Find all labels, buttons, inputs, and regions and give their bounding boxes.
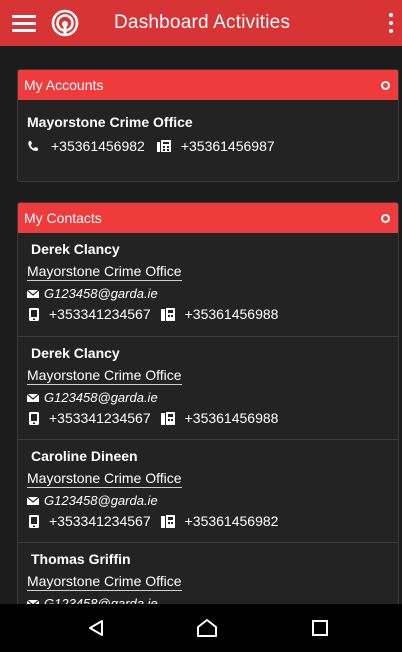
account-phone[interactable]: +35361456982: [51, 138, 145, 154]
contact-item[interactable]: Thomas Griffin Mayorstone Crime Office G…: [18, 542, 398, 604]
desk-phone-icon: [160, 411, 175, 425]
account-fax[interactable]: +35361456987: [181, 138, 275, 154]
account-name: Mayorstone Crime Office: [27, 114, 193, 130]
contact-name: Caroline Dineen: [31, 448, 138, 464]
contact-email[interactable]: G123458@garda.ie: [44, 493, 158, 508]
refresh-icon[interactable]: [381, 80, 390, 90]
contact-phone[interactable]: +35361456982: [185, 513, 279, 529]
contact-mobile[interactable]: +353341234567: [49, 513, 151, 529]
mobile-phone-icon: [29, 514, 39, 528]
contact-name: Derek Clancy: [31, 241, 120, 257]
radio-signal-logo-icon: [51, 9, 79, 37]
contact-item[interactable]: Caroline Dineen Mayorstone Crime Office …: [18, 439, 398, 542]
contact-item[interactable]: Derek Clancy Mayorstone Crime Office G12…: [18, 336, 398, 439]
contact-phone[interactable]: +35361456988: [185, 306, 279, 322]
contact-email[interactable]: G123458@garda.ie: [44, 390, 158, 405]
my-accounts-panel: My Accounts Mayorstone Crime Office +353…: [17, 69, 399, 182]
phone-icon: [28, 141, 38, 151]
contact-office-link[interactable]: Mayorstone Crime Office: [27, 263, 182, 281]
contact-office-link[interactable]: Mayorstone Crime Office: [27, 470, 182, 488]
more-vertical-icon[interactable]: [382, 0, 400, 46]
contact-office-link[interactable]: Mayorstone Crime Office: [27, 367, 182, 385]
contact-list: Derek Clancy Mayorstone Crime Office G12…: [18, 233, 398, 604]
back-triangle-icon[interactable]: [82, 614, 110, 642]
recents-square-icon[interactable]: [306, 614, 334, 642]
my-accounts-title: My Accounts: [24, 77, 104, 93]
contact-mobile[interactable]: +353341234567: [49, 306, 151, 322]
my-contacts-header: My Contacts: [18, 203, 398, 233]
contact-email[interactable]: G123458@garda.ie: [44, 286, 158, 301]
contact-office-link[interactable]: Mayorstone Crime Office: [27, 573, 182, 591]
page-title: Dashboard Activities: [114, 12, 291, 33]
fax-icon: [156, 140, 171, 152]
contact-name: Derek Clancy: [31, 345, 120, 361]
mobile-phone-icon: [29, 307, 39, 321]
desk-phone-icon: [160, 514, 175, 528]
app-bar: Dashboard Activities: [0, 0, 402, 46]
my-contacts-panel: My Contacts Derek Clancy Mayorstone Crim…: [17, 202, 399, 604]
mobile-phone-icon: [29, 411, 39, 425]
contact-phone[interactable]: +35361456988: [185, 410, 279, 426]
desk-phone-icon: [160, 307, 175, 321]
hamburger-menu-icon[interactable]: [0, 0, 48, 46]
home-icon[interactable]: [193, 614, 221, 642]
email-icon: [27, 289, 39, 298]
contact-item[interactable]: Derek Clancy Mayorstone Crime Office G12…: [18, 233, 398, 336]
email-icon: [27, 496, 39, 505]
contact-email[interactable]: G123458@garda.ie: [44, 596, 158, 604]
contact-mobile[interactable]: +353341234567: [49, 410, 151, 426]
system-nav-bar: [0, 604, 402, 652]
my-accounts-header: My Accounts: [18, 70, 398, 100]
main-content: My Accounts Mayorstone Crime Office +353…: [0, 46, 402, 604]
my-contacts-title: My Contacts: [24, 210, 102, 226]
contact-name: Thomas Griffin: [31, 551, 131, 567]
refresh-icon[interactable]: [381, 213, 390, 223]
email-icon: [27, 393, 39, 402]
account-card[interactable]: Mayorstone Crime Office +35361456982 +35…: [18, 100, 398, 154]
